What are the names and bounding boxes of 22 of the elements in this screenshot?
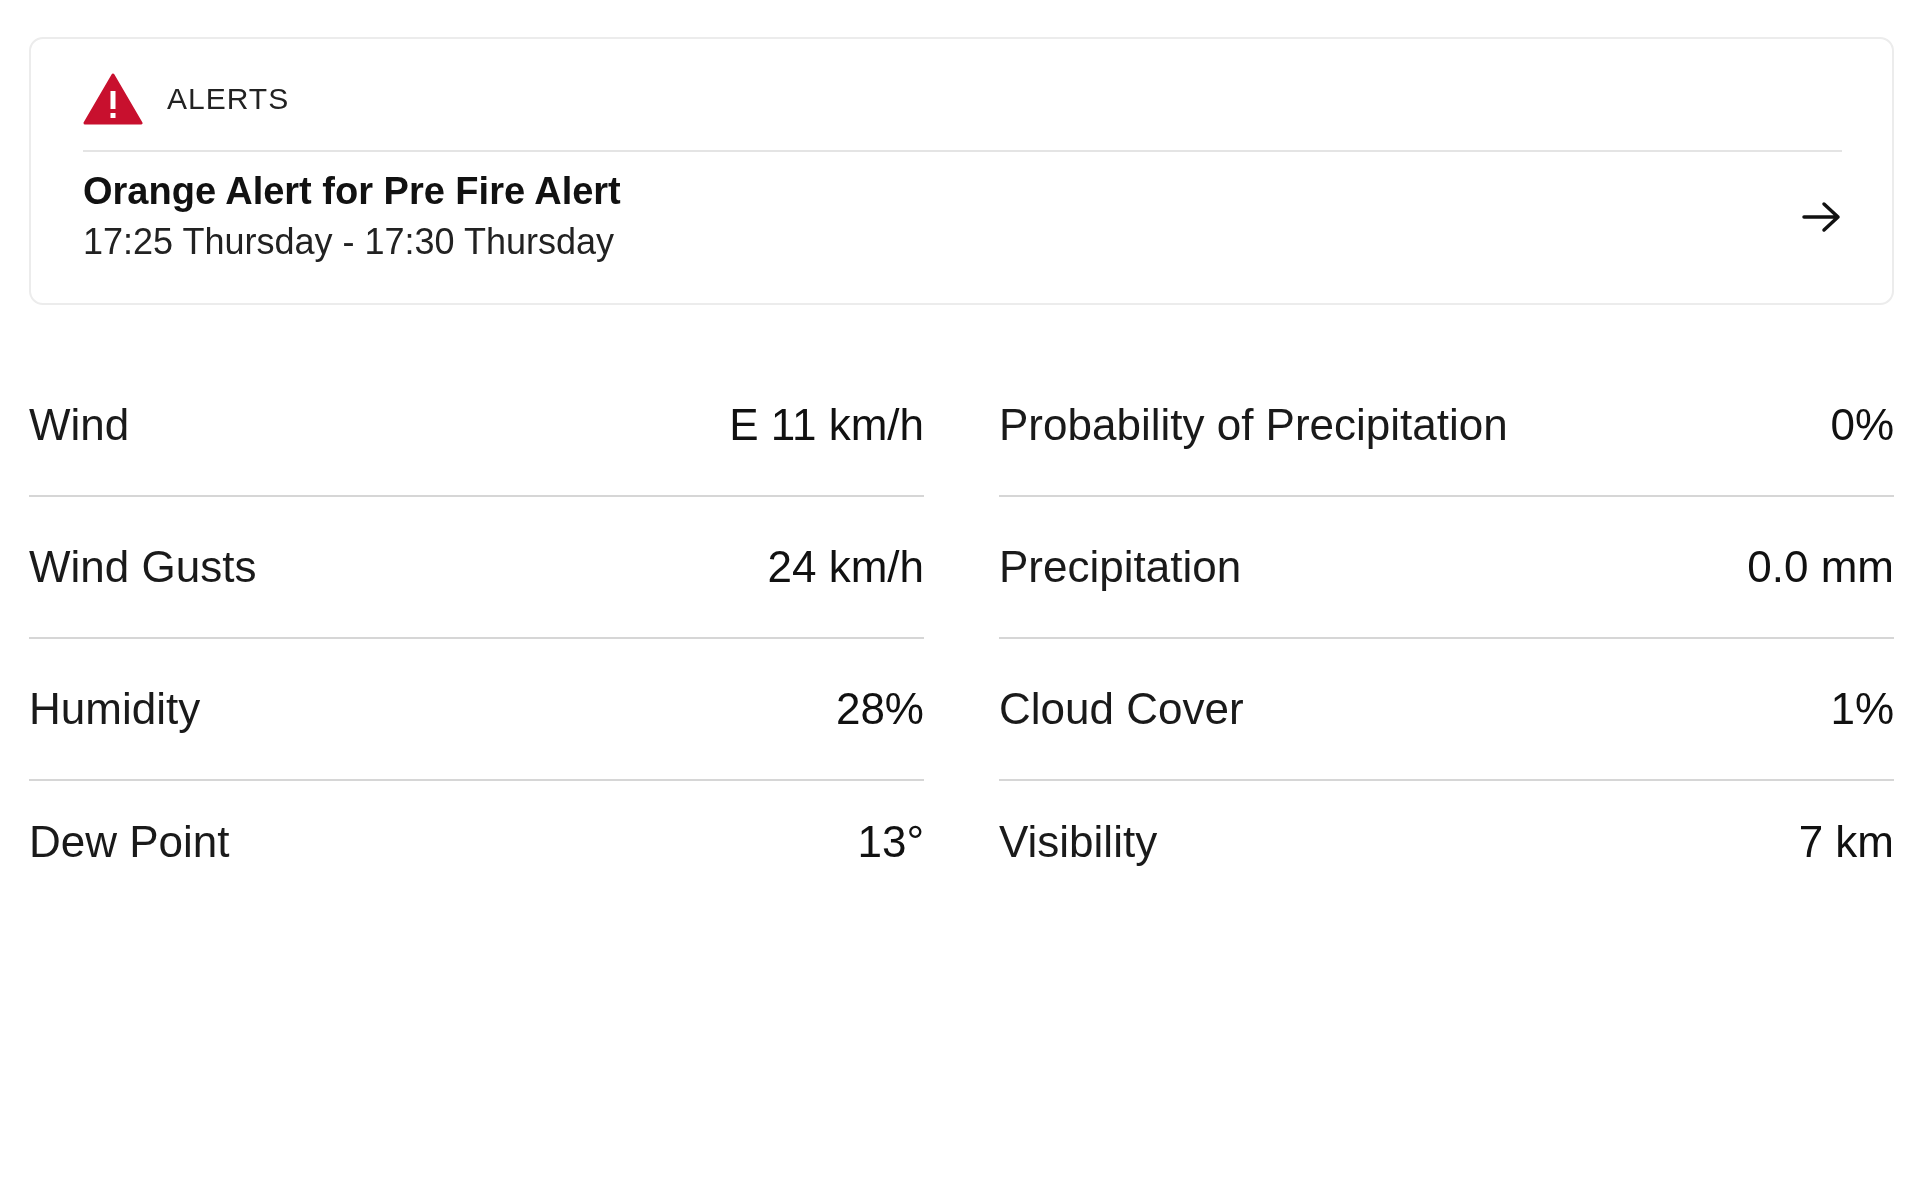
alert-time: 17:25 Thursday - 17:30 Thursday	[83, 221, 615, 263]
warning-icon	[83, 73, 143, 125]
condition-label: Precipitation	[999, 542, 1242, 592]
condition-label: Cloud Cover	[999, 684, 1244, 734]
condition-value: 7 km	[1798, 817, 1894, 867]
condition-value: E 11 km/h	[729, 400, 924, 450]
alert-title: Orange Alert for Pre Fire Alert	[83, 170, 621, 213]
condition-value: 24 km/h	[767, 542, 924, 592]
condition-label: Probability of Precipitation	[999, 400, 1508, 450]
condition-label: Dew Point	[29, 817, 230, 867]
condition-label: Visibility	[999, 817, 1158, 867]
condition-label: Wind Gusts	[29, 542, 257, 592]
condition-label: Wind	[29, 400, 130, 450]
condition-value: 1%	[1830, 684, 1894, 734]
alert-item[interactable]: Orange Alert for Pre Fire Alert 17:25 Thursday - 17:30 Thursday	[83, 152, 1842, 263]
arrow-right-icon	[1802, 200, 1842, 233]
condition-label: Humidity	[29, 684, 201, 734]
condition-value: 0.0 mm	[1747, 542, 1894, 592]
alerts-heading: ALERTS	[167, 82, 290, 116]
condition-value: 0%	[1830, 400, 1894, 450]
condition-value: 13°	[857, 817, 924, 867]
condition-value: 28%	[835, 684, 924, 734]
